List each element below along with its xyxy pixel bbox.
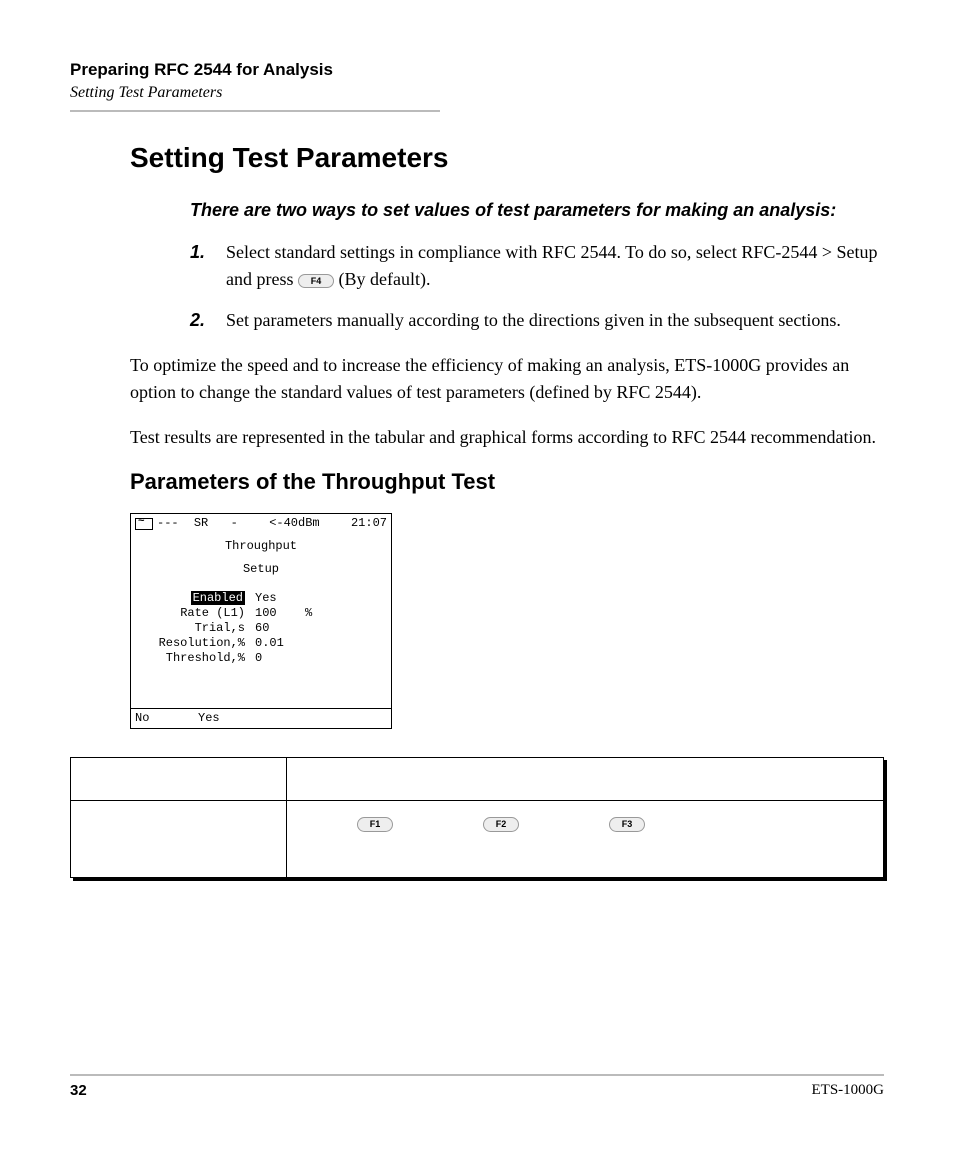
chapter-title: Preparing RFC 2544 for Analysis: [70, 60, 884, 80]
param-trial-value: 60: [255, 621, 305, 636]
f2-key-icon: F2: [483, 817, 519, 832]
page-title: Setting Test Parameters: [130, 142, 884, 174]
status-sr: SR: [194, 516, 208, 531]
status-dash: -: [231, 516, 238, 531]
body-para-2: Test results are represented in the tabu…: [130, 424, 884, 451]
status-time: 21:07: [351, 516, 387, 531]
lead-text: There are two ways to set values of test…: [190, 198, 884, 223]
device-screenshot: --- SR - <-40dBm 21:07 Throughput Setup …: [130, 513, 392, 729]
footer-rule: [70, 1074, 884, 1076]
table-header-2: [287, 758, 884, 801]
table-header-1: [71, 758, 287, 801]
param-enabled-value: Yes: [255, 591, 305, 606]
softkey-bar: No Yes: [131, 708, 391, 728]
running-header: Preparing RFC 2544 for Analysis Setting …: [70, 60, 884, 102]
status-dbm: <-40dBm: [269, 516, 319, 531]
param-trial-label: Trial,s: [135, 621, 255, 636]
step-2: Set parameters manually according to the…: [190, 307, 884, 334]
step-1-text-b: (By default).: [338, 269, 430, 289]
param-res-label: Resolution,%: [135, 636, 255, 651]
product-name: ETS-1000G: [812, 1082, 885, 1099]
status-bar: --- SR - <-40dBm 21:07: [131, 514, 391, 533]
header-rule: [70, 110, 440, 112]
softkey-no: No: [135, 711, 198, 726]
param-thresh-value: 0: [255, 651, 305, 666]
f1-key-icon: F1: [357, 817, 393, 832]
parameter-table: F1 F2 F3: [70, 757, 884, 878]
status-dashes: ---: [157, 516, 179, 531]
page-number: 32: [70, 1082, 87, 1099]
link-icon: [135, 518, 153, 530]
body-para-1: To optimize the speed and to increase th…: [130, 352, 884, 406]
screen-title-2: Setup: [135, 562, 387, 577]
param-res-value: 0.01: [255, 636, 305, 651]
param-enabled-label: Enabled: [191, 591, 245, 605]
f4-key-icon: F4: [298, 274, 334, 289]
param-thresh-label: Threshold,%: [135, 651, 255, 666]
page-footer: 32 ETS-1000G: [70, 1074, 884, 1099]
subsection-title: Parameters of the Throughput Test: [130, 469, 884, 495]
steps-list: Select standard settings in compliance w…: [190, 239, 884, 334]
softkey-yes: Yes: [198, 711, 261, 726]
section-name: Setting Test Parameters: [70, 84, 884, 102]
table-cell-desc: F1 F2 F3: [287, 801, 884, 878]
f3-key-icon: F3: [609, 817, 645, 832]
param-rate-value: 100: [255, 606, 305, 621]
param-rate-label: Rate (L1): [135, 606, 255, 621]
table-cell-label: [71, 801, 287, 878]
screen-title-1: Throughput: [135, 539, 387, 554]
step-1: Select standard settings in compliance w…: [190, 239, 884, 293]
param-rate-unit: %: [305, 606, 312, 621]
